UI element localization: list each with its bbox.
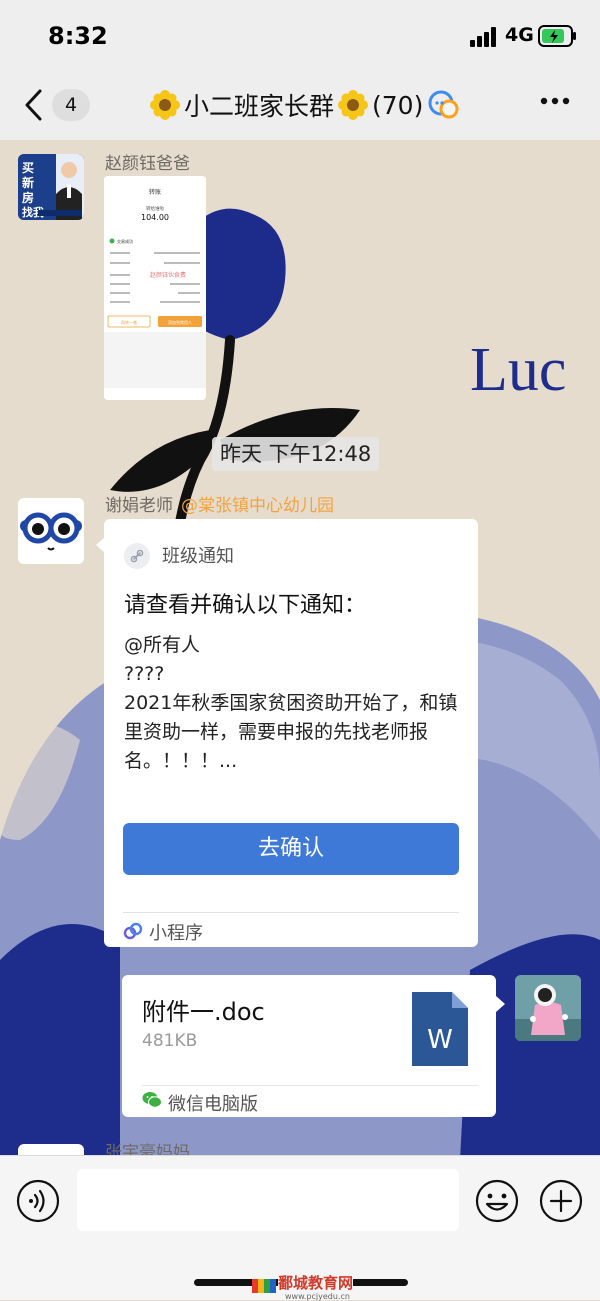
sender-name: 赵颜钰爸爸	[105, 154, 190, 174]
file-name: 附件一.doc	[142, 998, 265, 1026]
word-icon-letter: W	[427, 1025, 453, 1055]
time-divider: 昨天 下午12:48	[212, 437, 380, 471]
link-icon	[124, 543, 150, 569]
status-time: 8:32	[48, 22, 108, 50]
bubble-tail	[496, 996, 505, 1012]
astronaut-avatar-image	[515, 975, 581, 1041]
card-text-paragraph: 2021年秋季国家贫困资助开始了，和镇里资助一样，需要申报的先找老师报名。！！！…	[124, 692, 458, 772]
member-count: (70)	[372, 90, 424, 120]
network-type: 4G	[505, 24, 534, 46]
more-options-icon[interactable]	[540, 96, 570, 106]
card-text-line: ????	[124, 663, 165, 685]
voice-input-icon[interactable]	[16, 1179, 60, 1223]
wallpaper-text: Luc	[470, 336, 566, 404]
nav-bar: 4 小二班家长群 (70)	[0, 70, 600, 140]
self-avatar[interactable]	[515, 975, 581, 1041]
payment-receipt-thumbnail: 转账 转给谁啦 104.00 交易成功 赵颜钰伙食费 再转一笔 添加到常用人	[104, 176, 206, 400]
svg-text:转账: 转账	[149, 188, 161, 196]
card-body: @所有人 ???? 2021年秋季国家贫困资助开始了，和镇里资助一样，需要申报的…	[124, 631, 464, 776]
sunflower-emoji-icon	[150, 90, 180, 120]
wechat-icon	[142, 1092, 162, 1108]
group-chat-icon	[428, 90, 459, 119]
chat-title: 小二班家长群	[184, 92, 335, 121]
cartoon-face-avatar-image	[18, 498, 84, 564]
svg-text:买: 买	[22, 161, 34, 175]
svg-text:添加到常用人: 添加到常用人	[168, 319, 192, 325]
svg-text:交易成功: 交易成功	[117, 238, 133, 244]
add-icon[interactable]	[539, 1179, 583, 1223]
class-notice-card[interactable]: 班级通知 请查看并确认以下通知： @所有人 ???? 2021年秋季国家贫困资助…	[104, 519, 478, 947]
svg-text:104.00: 104.00	[141, 213, 169, 222]
file-message[interactable]: 附件一.doc 481KB W 微信电脑版	[122, 975, 496, 1117]
word-doc-icon: W	[412, 992, 468, 1066]
back-chevron-icon[interactable]	[22, 88, 46, 122]
sender-organization: @棠张镇中心幼儿园	[181, 496, 334, 516]
sender-name: 谢娟老师	[105, 496, 173, 516]
battery-icon	[538, 25, 576, 47]
svg-text:房: 房	[22, 190, 34, 205]
mini-program-label: 小程序	[149, 923, 203, 944]
signal-icon	[470, 27, 496, 47]
card-divider	[123, 912, 459, 913]
unread-count-badge[interactable]: 4	[52, 89, 90, 121]
chat-title-group[interactable]: 小二班家长群 (70)	[150, 85, 461, 125]
sunflower-emoji-icon	[338, 90, 369, 120]
svg-text:再转一笔: 再转一笔	[121, 319, 137, 325]
avatar[interactable]: 买 新 房 找我	[18, 154, 84, 220]
svg-text:赵颜钰伙食费: 赵颜钰伙食费	[150, 271, 186, 279]
emoji-icon[interactable]	[475, 1179, 519, 1223]
status-bar: 8:32 4G	[0, 0, 600, 70]
file-source-label: 微信电脑版	[168, 1094, 258, 1115]
svg-text:转给谁啦: 转给谁啦	[146, 205, 164, 212]
card-source-name: 班级通知	[162, 546, 234, 567]
mention-line: @所有人	[124, 634, 201, 656]
transfer-screenshot-image[interactable]: 转账 转给谁啦 104.00 交易成功 赵颜钰伙食费 再转一笔 添加到常用人	[104, 176, 206, 400]
input-bar: 鄱城教育网 www.pcjyedu.cn	[0, 1155, 600, 1301]
realtor-avatar-image: 买 新 房 找我	[18, 154, 84, 220]
mini-program-icon	[123, 922, 143, 940]
file-divider	[142, 1085, 478, 1086]
file-size: 481KB	[142, 1031, 198, 1051]
watermark-text: 鄱城教育网	[278, 1272, 354, 1293]
watermark-url: www.pcjyedu.cn	[285, 1292, 350, 1301]
message-input[interactable]	[77, 1169, 459, 1231]
svg-text:新: 新	[22, 175, 34, 190]
card-heading: 请查看并确认以下通知：	[124, 593, 367, 618]
confirm-button[interactable]: 去确认	[123, 823, 459, 875]
sender-row: 谢娟老师 @棠张镇中心幼儿园	[105, 491, 334, 516]
avatar[interactable]	[18, 498, 84, 564]
